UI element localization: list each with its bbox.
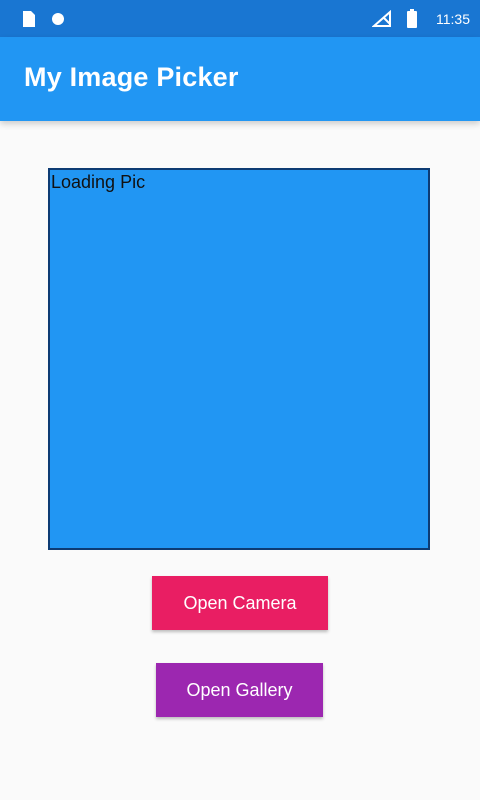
app-bar: My Image Picker xyxy=(0,37,480,121)
status-time: 11:35 xyxy=(436,10,470,27)
sim-card-icon xyxy=(18,9,38,29)
image-preview-box: Loading Pic xyxy=(48,168,430,550)
status-bar: 11:35 xyxy=(0,0,480,37)
battery-icon xyxy=(402,8,422,29)
status-right-icons: 11:35 xyxy=(372,0,470,37)
status-left-icons xyxy=(18,0,68,37)
open-camera-label: Open Camera xyxy=(183,592,297,613)
no-signal-icon xyxy=(372,9,392,29)
page-title: My Image Picker xyxy=(24,62,239,92)
loading-pic-label: Loading Pic xyxy=(51,172,146,192)
circle-notification-icon xyxy=(48,9,68,29)
open-gallery-label: Open Gallery xyxy=(186,679,293,700)
open-gallery-button[interactable]: Open Gallery xyxy=(156,663,323,717)
open-camera-button[interactable]: Open Camera xyxy=(152,576,328,630)
